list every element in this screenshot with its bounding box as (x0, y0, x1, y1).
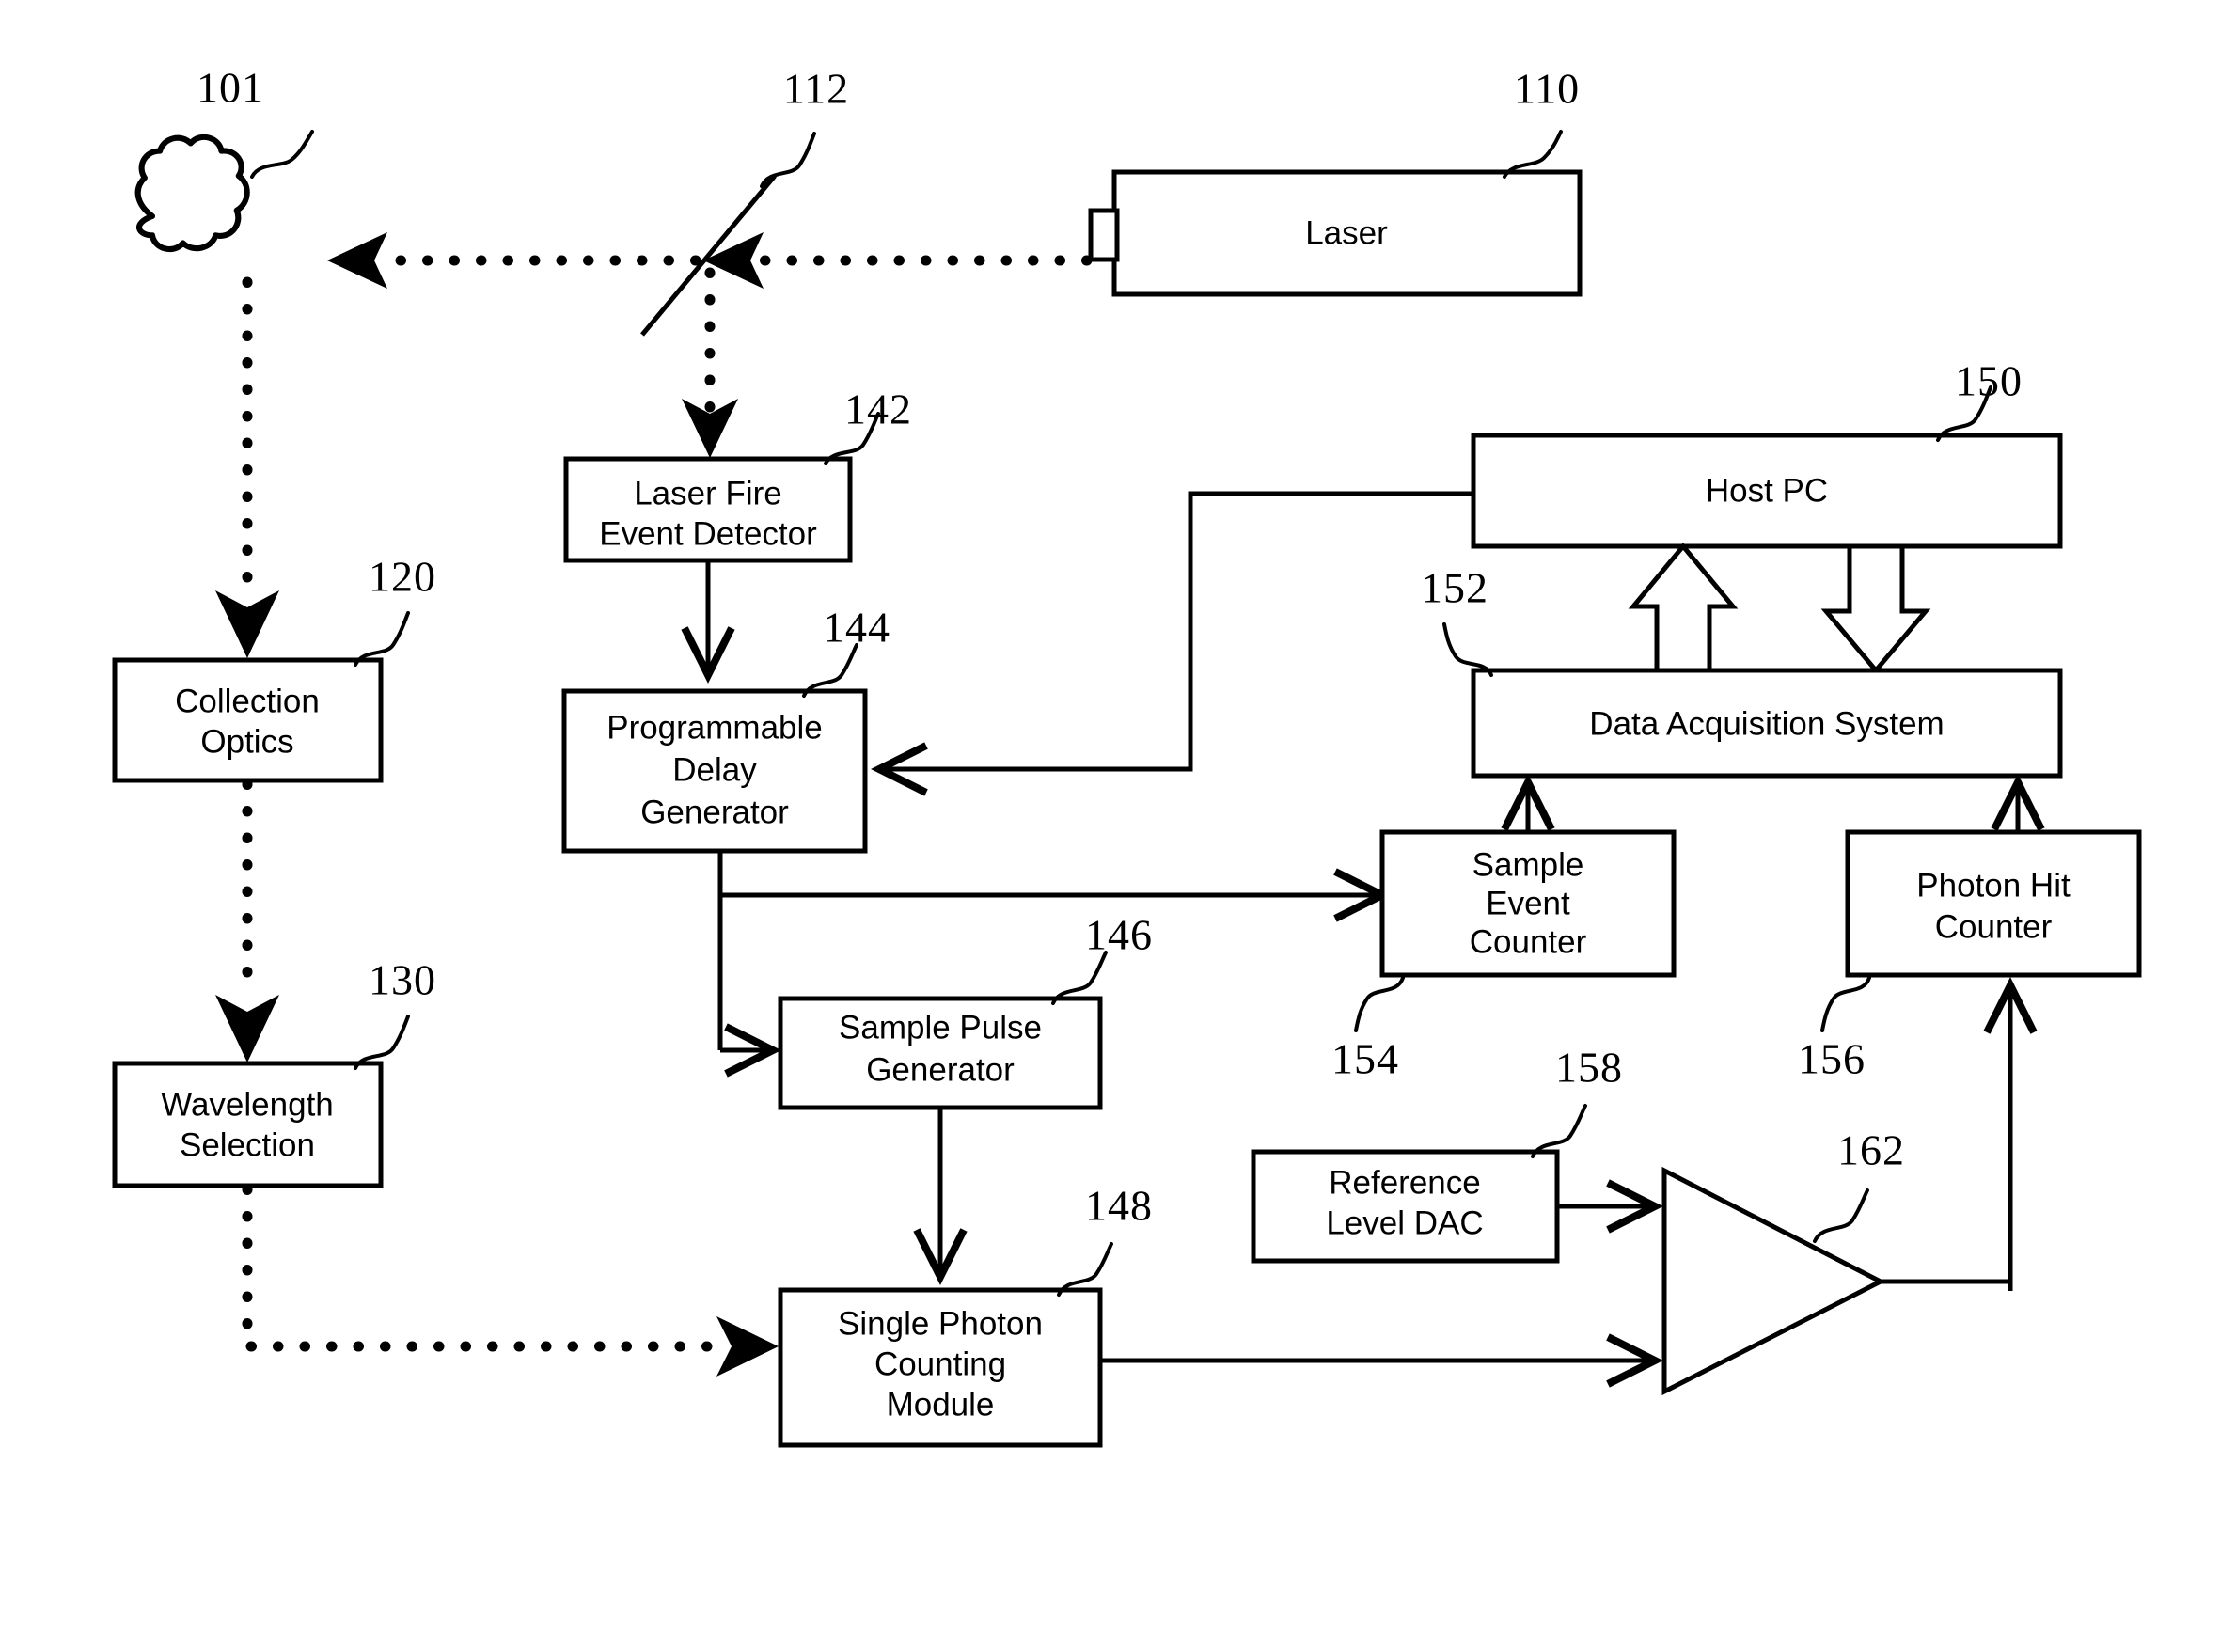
ref-110: 110 (1514, 65, 1580, 113)
wavelength-selection-box[interactable] (112, 1061, 384, 1188)
phc-label-line2: Counter (1935, 908, 2053, 945)
ref-162: 162 (1837, 1126, 1905, 1174)
ref-130: 130 (369, 956, 436, 1004)
collection-optics-label-line1: Collection (175, 683, 320, 719)
sample-cloud-shape (134, 134, 250, 253)
leader-152 (1442, 622, 1493, 677)
leader-156 (1820, 976, 1871, 1032)
dac-label-line1: Reference (1329, 1164, 1480, 1201)
ref-152: 152 (1421, 564, 1488, 612)
leader-146 (1051, 951, 1108, 1005)
ref-148: 148 (1085, 1182, 1153, 1230)
laser-aperture (1088, 208, 1120, 262)
wavelength-selection-label-line1: Wavelength (161, 1086, 334, 1123)
spg-label-line2: Generator (866, 1051, 1015, 1088)
lfed-label-line1: Laser Fire (634, 475, 782, 511)
ref-112: 112 (783, 65, 849, 113)
leader-154 (1354, 976, 1405, 1032)
sec-label-line2: Event (1486, 885, 1570, 921)
diagram-canvas: 101 Laser 110 112 Collection Optics 120 (0, 0, 2236, 1652)
spg-label-line1: Sample Pulse (839, 1009, 1042, 1046)
leader-101 (250, 130, 314, 179)
block-arrow-daq-to-hostpc (1628, 543, 1739, 673)
spcm-label-line2: Counting (874, 1345, 1006, 1382)
pdg-label-line1: Programmable (606, 709, 823, 746)
beam-arrow-at-sample (327, 232, 387, 289)
leader-144 (802, 643, 858, 698)
phc-label-line1: Photon Hit (1916, 867, 2071, 904)
ref-120: 120 (369, 553, 436, 601)
emission-arrow-at-wavelength (215, 995, 279, 1062)
pdg-label-line2: Delay (672, 751, 757, 788)
leader-112 (760, 132, 816, 188)
block-arrow-hostpc-to-daq (1820, 543, 1931, 674)
sec-label-line3: Counter (1470, 923, 1587, 960)
ref-150: 150 (1955, 357, 2023, 405)
emission-arrow-at-spcm (716, 1316, 779, 1377)
pdg-label-line3: Generator (640, 794, 789, 830)
leader-120 (354, 611, 410, 667)
leader-158 (1531, 1104, 1587, 1158)
leader-162 (1813, 1188, 1869, 1243)
leader-148 (1057, 1242, 1113, 1297)
ref-156: 156 (1798, 1035, 1866, 1083)
wire-hostpc-to-pdg (871, 491, 1473, 796)
emission-arrow-at-collection (215, 590, 279, 658)
lfed-label-line2: Event Detector (599, 515, 817, 552)
sec-label-line1: Sample (1472, 846, 1584, 883)
emission-wavelength-to-spcm (242, 1184, 730, 1352)
host-pc-label: Host PC (1706, 472, 1828, 509)
ref-154: 154 (1331, 1035, 1399, 1083)
dac-label-line2: Level DAC (1326, 1204, 1483, 1241)
ref-158: 158 (1555, 1044, 1623, 1092)
collection-optics-box[interactable] (112, 657, 384, 783)
comparator-triangle[interactable] (1661, 1166, 1886, 1396)
collection-optics-label-line2: Optics (200, 723, 293, 760)
diagram-svg: 101 Laser 110 112 Collection Optics 120 (112, 64, 2142, 1448)
leader-130 (354, 1015, 410, 1070)
ref-101: 101 (197, 64, 264, 112)
ref-146: 146 (1085, 911, 1153, 959)
ref-144: 144 (823, 604, 890, 652)
wavelength-selection-label-line2: Selection (180, 1126, 315, 1163)
ref-142: 142 (844, 385, 912, 433)
laser-label: Laser (1305, 214, 1388, 251)
spcm-label-line1: Single Photon (838, 1305, 1043, 1342)
beam-splitter-line[interactable] (640, 174, 777, 337)
sample-cloud-group (134, 134, 250, 253)
beam-arrow-at-splitter (703, 232, 764, 289)
spcm-label-line3: Module (887, 1386, 995, 1423)
daq-label: Data Acquisition System (1589, 705, 1944, 742)
